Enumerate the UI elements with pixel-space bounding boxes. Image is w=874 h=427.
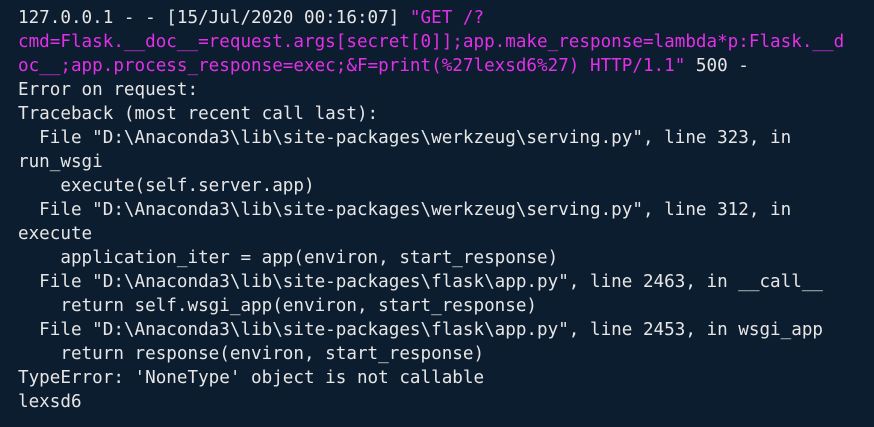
terminal-line: return response(environ, start_response) — [18, 342, 874, 366]
terminal-line: execute(self.server.app) — [18, 174, 874, 198]
terminal-text: 500 - — [685, 56, 749, 76]
terminal-text: application_iter = app(environ, start_re… — [18, 248, 559, 268]
terminal-text: cmd=Flask.__doc__=request.args[secret[0]… — [18, 32, 845, 52]
terminal-line: lexsd6 — [18, 390, 874, 414]
terminal-text: File "D:\Anaconda3\lib\site-packages\fla… — [18, 320, 824, 340]
terminal-text: File "D:\Anaconda3\lib\site-packages\wer… — [18, 128, 792, 148]
terminal-line: run_wsgi — [18, 150, 874, 174]
terminal-text: oc__;app.process_response=exec;&F=print(… — [18, 56, 686, 76]
terminal-line: execute — [18, 222, 874, 246]
terminal-text: File "D:\Anaconda3\lib\site-packages\fla… — [18, 272, 824, 292]
terminal-text: TypeError: 'NoneType' object is not call… — [18, 368, 485, 388]
terminal-line: File "D:\Anaconda3\lib\site-packages\fla… — [18, 318, 874, 342]
terminal-line: TypeError: 'NoneType' object is not call… — [18, 366, 874, 390]
terminal-line: File "D:\Anaconda3\lib\site-packages\wer… — [18, 126, 874, 150]
terminal-text: lexsd6 — [18, 392, 82, 412]
terminal-line: File "D:\Anaconda3\lib\site-packages\wer… — [18, 198, 874, 222]
terminal-line: return self.wsgi_app(environ, start_resp… — [18, 294, 874, 318]
terminal-line: File "D:\Anaconda3\lib\site-packages\fla… — [18, 270, 874, 294]
terminal-line: application_iter = app(environ, start_re… — [18, 246, 874, 270]
terminal-text: Error on request: — [18, 80, 199, 100]
terminal-line: Error on request: — [18, 78, 874, 102]
terminal-text: "GET /? — [409, 8, 485, 28]
terminal-text: run_wsgi — [18, 152, 103, 172]
terminal-line: Traceback (most recent call last): — [18, 102, 874, 126]
terminal-text: return response(environ, start_response) — [18, 344, 485, 364]
terminal-text: File "D:\Anaconda3\lib\site-packages\wer… — [18, 200, 792, 220]
terminal-text: 127.0.0.1 - - [15/Jul/2020 00:16:07] — [18, 8, 410, 28]
terminal-line: 127.0.0.1 - - [15/Jul/2020 00:16:07] "GE… — [18, 6, 874, 30]
terminal-line: cmd=Flask.__doc__=request.args[secret[0]… — [18, 30, 874, 54]
terminal-text: Traceback (most recent call last): — [18, 104, 379, 124]
terminal-text: execute(self.server.app) — [18, 176, 315, 196]
terminal-output[interactable]: 127.0.0.1 - - [15/Jul/2020 00:16:07] "GE… — [0, 0, 874, 427]
terminal-text: return self.wsgi_app(environ, start_resp… — [18, 296, 538, 316]
terminal-line: oc__;app.process_response=exec;&F=print(… — [18, 54, 874, 78]
terminal-text: execute — [18, 224, 93, 244]
